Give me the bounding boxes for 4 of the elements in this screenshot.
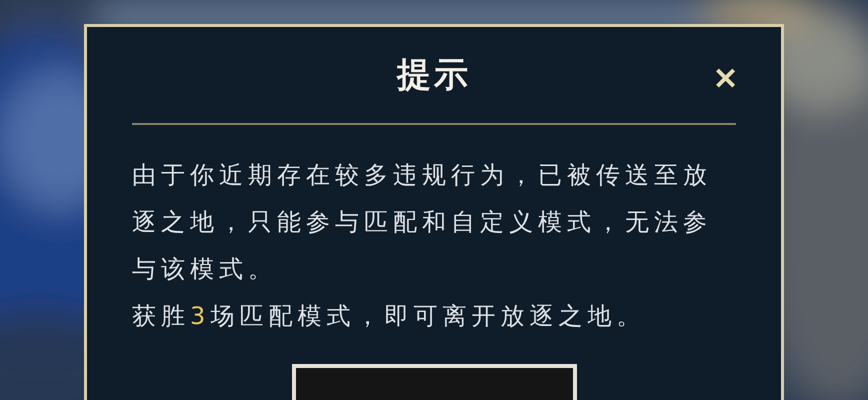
condition-text: 获胜 3 场匹配模式，即可离开放逐之地。 [132, 301, 646, 332]
dialog-title: 提示 [397, 54, 471, 97]
close-button[interactable]: ✕ [709, 65, 742, 95]
message-text: 由于你近期存在较多违规行为，已被传送至放逐之地，只能参与匹配和自定义模式，无法参与该模式。 [132, 160, 713, 285]
